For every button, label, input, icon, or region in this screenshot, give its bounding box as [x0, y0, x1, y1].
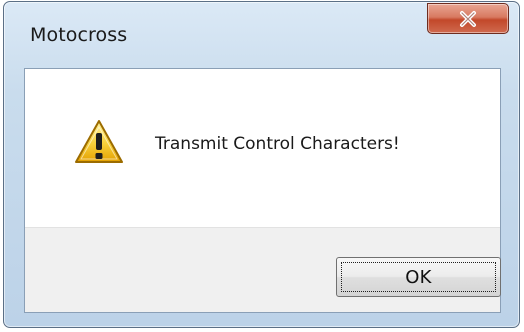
dialog-client-area: Transmit Control Characters! OK: [24, 68, 501, 313]
title-bar[interactable]: Motocross: [4, 2, 519, 66]
message-area: Transmit Control Characters!: [25, 69, 500, 227]
close-icon: [460, 10, 476, 27]
warning-icon: [75, 120, 123, 163]
close-button[interactable]: [427, 3, 509, 34]
message-box-window: Motocross Transmit Control Characters! O…: [3, 1, 520, 328]
message-text: Transmit Control Characters!: [155, 134, 400, 154]
window-title: Motocross: [30, 24, 128, 46]
ok-button[interactable]: OK: [336, 257, 501, 297]
button-area: OK: [25, 227, 501, 312]
ok-button-label: OK: [405, 266, 432, 288]
